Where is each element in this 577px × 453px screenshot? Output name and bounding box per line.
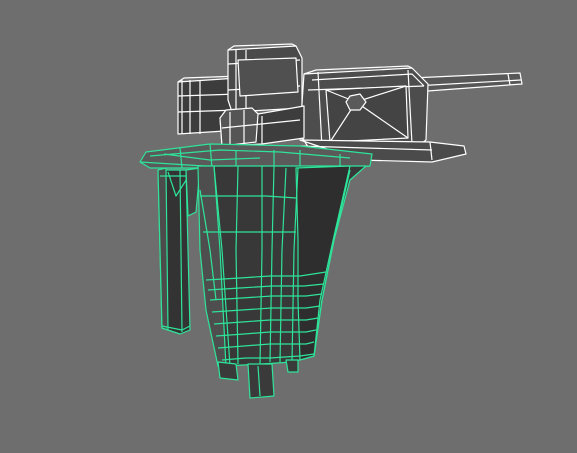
foot-left[interactable]	[217, 361, 239, 381]
foot-center[interactable]	[247, 363, 275, 399]
3d-viewport[interactable]	[0, 0, 577, 453]
foot-right[interactable]	[285, 359, 299, 373]
support-mesh-selected[interactable]	[139, 143, 373, 399]
viewport-canvas[interactable]	[0, 0, 577, 453]
